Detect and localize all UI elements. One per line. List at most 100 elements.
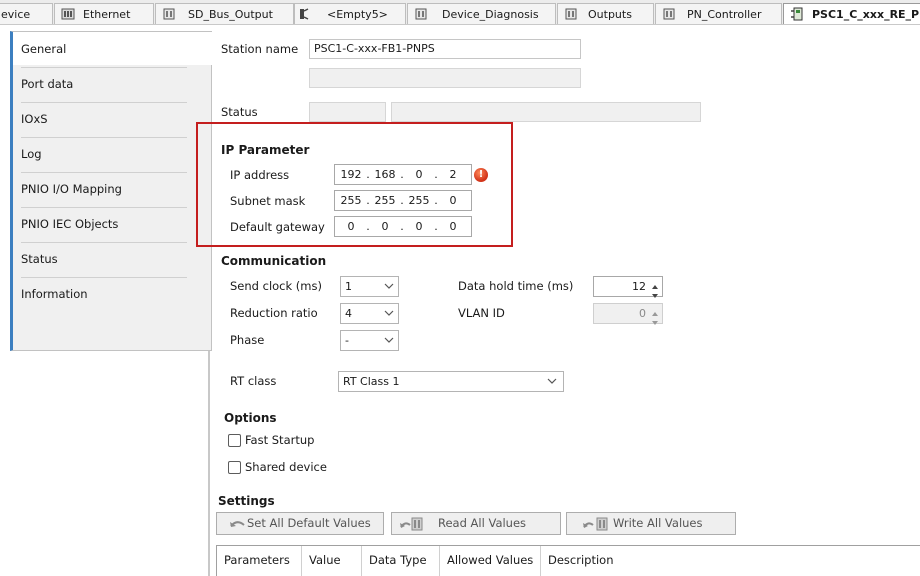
ip-octet: 192 xyxy=(340,168,362,181)
editor-tab-bar: evice Ethernet SD_Bus_Output <Empty5> De… xyxy=(0,0,920,25)
station-name-input[interactable]: PSC1-C-xxx-FB1-PNPS xyxy=(309,39,581,59)
ip-octet: 0 xyxy=(449,194,457,207)
tab-device-diagnosis[interactable]: Device_Diagnosis xyxy=(407,3,556,24)
ip-octet: 255 xyxy=(340,194,362,207)
empty-slot-icon xyxy=(297,7,311,21)
nav-list: General Port data IOxS Log PNIO I/O Mapp… xyxy=(10,31,214,351)
tab-outputs[interactable]: Outputs xyxy=(557,3,654,24)
spin-down-icon[interactable] xyxy=(649,287,661,298)
set-all-default-values-button[interactable]: Set All Default Values xyxy=(216,512,384,535)
write-values-icon xyxy=(583,517,611,531)
reduction-ratio-select[interactable]: 4 xyxy=(340,303,399,324)
shared-device-label: Shared device xyxy=(245,460,327,474)
vlan-id-label: VLAN ID xyxy=(458,306,505,320)
spin-down-icon xyxy=(649,314,661,325)
chevron-down-icon xyxy=(384,277,394,289)
nav-item-pnio-iec-objects[interactable]: PNIO IEC Objects xyxy=(13,207,212,242)
status-label: Status xyxy=(221,105,258,119)
ip-octet: 0 xyxy=(415,220,423,233)
nav-panel-edge xyxy=(208,351,210,576)
phase-label: Phase xyxy=(230,333,265,347)
ip-address-input[interactable]: 192 . 168 . 0 . 2 xyxy=(334,164,472,185)
error-icon: ! xyxy=(474,168,488,182)
ip-dot: . xyxy=(434,220,438,233)
chevron-down-icon xyxy=(547,372,557,384)
station-info-field xyxy=(309,68,581,88)
rt-class-select[interactable]: RT Class 1 xyxy=(338,371,564,392)
ip-octet: 0 xyxy=(381,220,389,233)
ip-octet: 2 xyxy=(449,168,457,181)
module-icon xyxy=(662,7,676,21)
nav-item-status[interactable]: Status xyxy=(13,242,212,277)
nav-item-port-data[interactable]: Port data xyxy=(13,67,212,102)
spin-up-icon xyxy=(649,305,661,316)
ip-dot: . xyxy=(366,168,370,181)
module-icon xyxy=(162,7,176,21)
tab-label: PN_Controller xyxy=(687,8,762,21)
module-icon xyxy=(564,7,578,21)
undo-arrow-icon xyxy=(229,517,247,531)
column-header-description[interactable]: Description xyxy=(541,546,641,576)
subnet-mask-input[interactable]: 255 . 255 . 255 . 0 xyxy=(334,190,472,211)
column-header-value[interactable]: Value xyxy=(302,546,362,576)
tab-empty5[interactable]: <Empty5> xyxy=(294,3,406,24)
send-clock-value: 1 xyxy=(345,280,352,293)
spin-up-icon[interactable] xyxy=(649,278,661,289)
shared-device-checkbox[interactable] xyxy=(228,461,241,474)
button-label: Read All Values xyxy=(438,516,527,530)
ip-dot: . xyxy=(434,168,438,181)
spinner-buttons xyxy=(649,278,661,298)
phase-value: - xyxy=(345,334,349,347)
column-header-parameters[interactable]: Parameters xyxy=(217,546,302,576)
rt-class-label: RT class xyxy=(230,374,277,388)
send-clock-select[interactable]: 1 xyxy=(340,276,399,297)
ip-dot: . xyxy=(400,220,404,233)
reduction-ratio-value: 4 xyxy=(345,307,352,320)
ip-octet: 255 xyxy=(374,194,396,207)
read-all-values-button[interactable]: Read All Values xyxy=(391,512,561,535)
ip-dot: . xyxy=(434,194,438,207)
ethernet-icon xyxy=(61,7,75,21)
parameters-grid: Parameters Value Data Type Allowed Value… xyxy=(216,545,920,576)
station-name-label: Station name xyxy=(221,42,299,56)
default-gateway-input[interactable]: 0 . 0 . 0 . 0 xyxy=(334,216,472,237)
device-icon xyxy=(790,7,804,21)
write-all-values-button[interactable]: Write All Values xyxy=(566,512,736,535)
tab-ethernet[interactable]: Ethernet xyxy=(54,3,154,24)
column-header-data-type[interactable]: Data Type xyxy=(362,546,440,576)
button-label: Write All Values xyxy=(613,516,703,530)
nav-item-log[interactable]: Log xyxy=(13,137,212,172)
settings-heading: Settings xyxy=(218,494,275,508)
ip-octet: 168 xyxy=(374,168,396,181)
ip-dot: . xyxy=(400,194,404,207)
nav-item-ioxs[interactable]: IOxS xyxy=(13,102,212,137)
data-hold-time-label: Data hold time (ms) xyxy=(458,279,574,293)
default-gateway-label: Default gateway xyxy=(230,220,325,234)
tab-label: SD_Bus_Output xyxy=(188,8,273,21)
status-text-field xyxy=(391,102,701,122)
ip-parameter-heading: IP Parameter xyxy=(221,143,310,157)
tab-label: PSC1_C_xxx_RE_PN xyxy=(812,8,920,21)
nav-item-information[interactable]: Information xyxy=(13,277,212,312)
tab-sd-bus-output[interactable]: SD_Bus_Output xyxy=(155,3,294,24)
column-header-allowed-values[interactable]: Allowed Values xyxy=(440,546,541,576)
settings-navigation: General Port data IOxS Log PNIO I/O Mapp… xyxy=(10,31,214,576)
phase-select[interactable]: - xyxy=(340,330,399,351)
vlan-id-spinner: 0 xyxy=(593,303,663,325)
chevron-down-icon xyxy=(384,331,394,343)
tab-psc1-c-xxx-re-pn[interactable]: PSC1_C_xxx_RE_PN xyxy=(783,3,920,24)
fast-startup-checkbox[interactable] xyxy=(228,434,241,447)
communication-heading: Communication xyxy=(221,254,327,268)
ip-octet: 0 xyxy=(347,220,355,233)
tab-pn-controller[interactable]: PN_Controller xyxy=(655,3,782,24)
nav-item-pnio-io-mapping[interactable]: PNIO I/O Mapping xyxy=(13,172,212,207)
nav-item-general[interactable]: General xyxy=(13,32,214,65)
ip-dot: . xyxy=(366,220,370,233)
ip-dot: . xyxy=(400,168,404,181)
ip-octet: 255 xyxy=(408,194,430,207)
data-hold-time-spinner[interactable]: 12 xyxy=(593,276,663,298)
status-code-field xyxy=(309,102,386,122)
fast-startup-label: Fast Startup xyxy=(245,433,315,447)
send-clock-label: Send clock (ms) xyxy=(230,279,322,293)
tab-device[interactable]: evice xyxy=(0,3,53,24)
